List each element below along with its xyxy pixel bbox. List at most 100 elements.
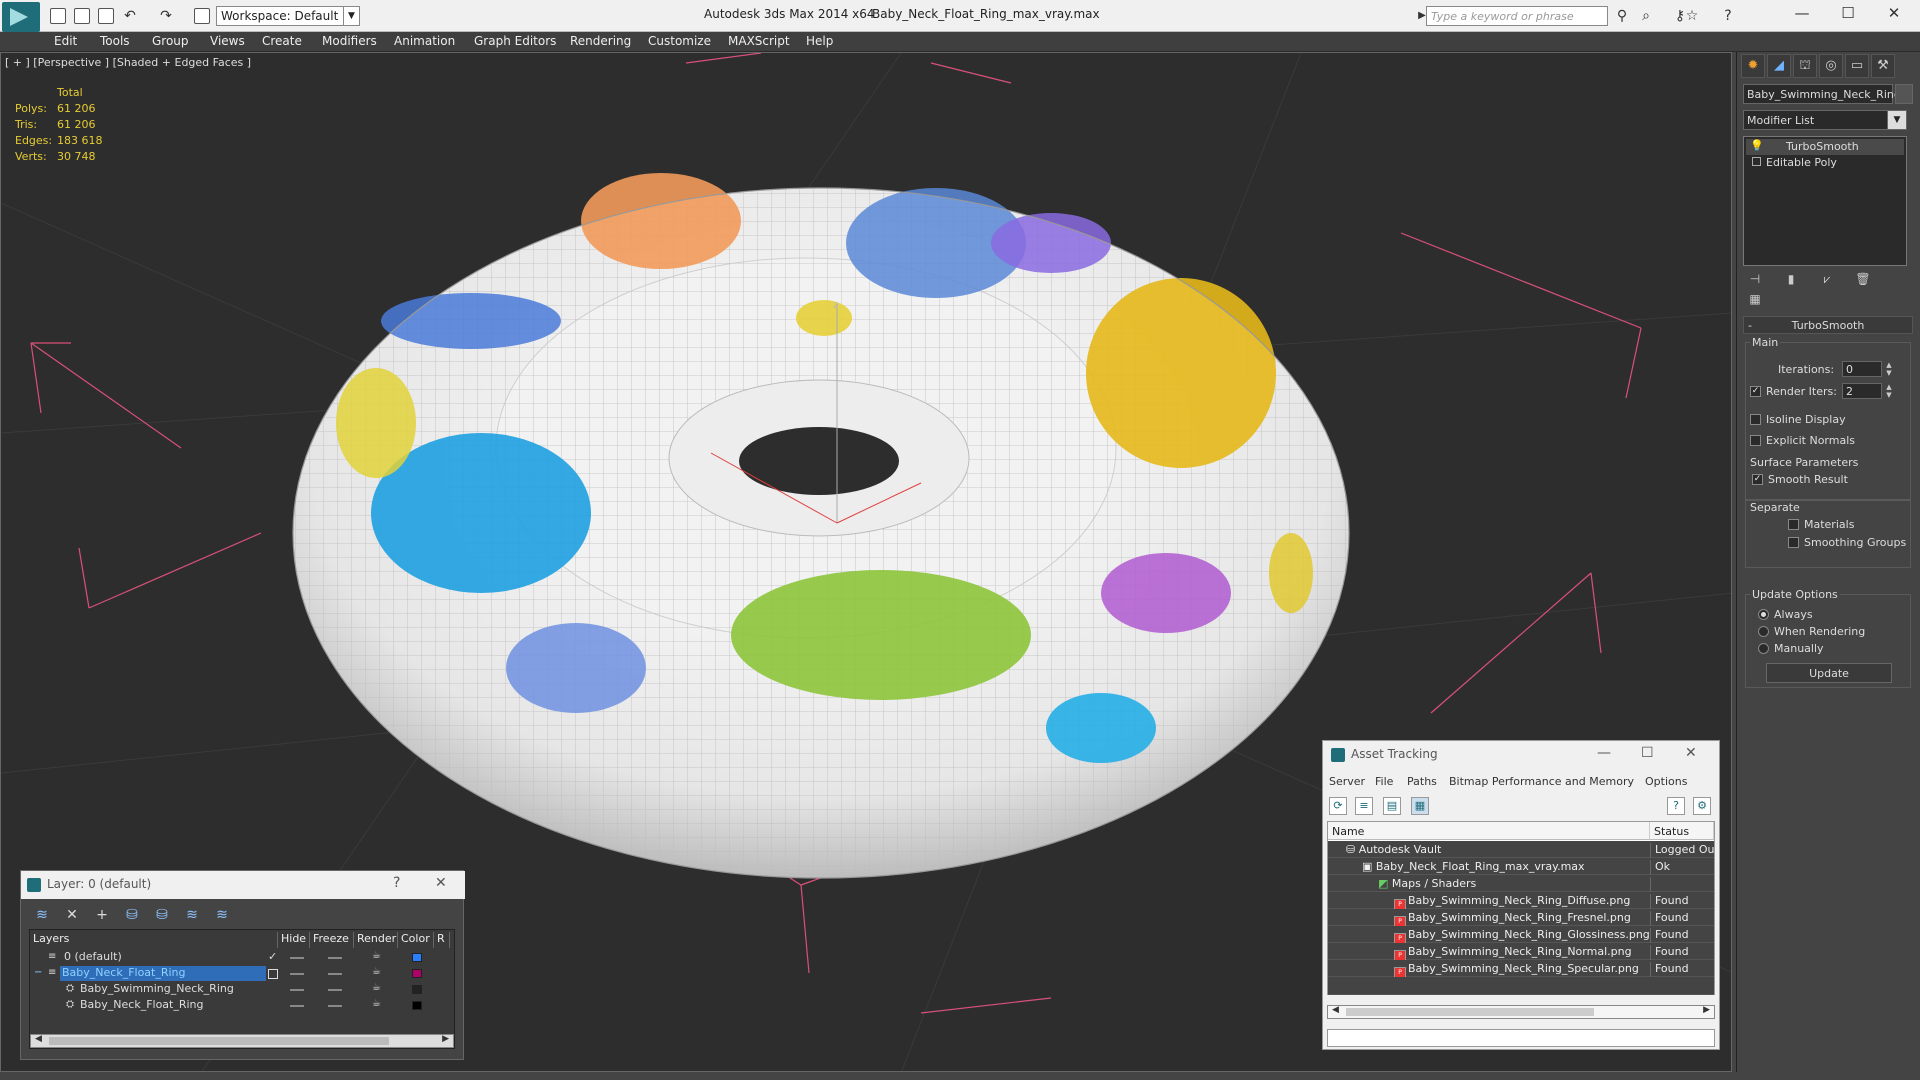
app-logo-icon[interactable] bbox=[2, 2, 40, 32]
tab-modify-icon[interactable]: ◢ bbox=[1767, 54, 1791, 78]
search-input[interactable]: Type a keyword or phrase bbox=[1426, 6, 1608, 26]
layer-row[interactable]: − ≡ Baby_Neck_Float_Ring ☕ bbox=[32, 966, 452, 982]
configure-sets-icon[interactable]: ▦ bbox=[1743, 292, 1767, 312]
layer-color-swatch[interactable] bbox=[412, 969, 422, 978]
minimize-icon[interactable]: — bbox=[1780, 2, 1824, 24]
menu-edit[interactable]: Edit bbox=[54, 34, 77, 48]
close-icon[interactable]: ✕ bbox=[1685, 745, 1697, 761]
layers-icon[interactable]: ≋ bbox=[31, 907, 53, 927]
freeze-toggle[interactable] bbox=[328, 957, 342, 959]
delete-layer-icon[interactable]: ✕ bbox=[61, 907, 83, 927]
layer-row[interactable]: ≡ 0 (default) ✓ ☕ bbox=[32, 950, 452, 966]
col-hide[interactable]: Hide bbox=[278, 932, 310, 948]
layer-row[interactable]: ⛭ Baby_Swimming_Neck_Ring ☕ bbox=[32, 982, 452, 998]
render-iters-checkbox[interactable]: ✓ bbox=[1750, 386, 1761, 397]
tab-hierarchy-icon[interactable]: ⛫ bbox=[1793, 54, 1817, 78]
asset-dialog-header[interactable]: Asset Tracking — ☐ ✕ bbox=[1323, 741, 1721, 769]
tab-create-icon[interactable]: ✹ bbox=[1741, 54, 1765, 78]
menu-group[interactable]: Group bbox=[152, 34, 189, 48]
scroll-right-icon[interactable]: ▶ bbox=[442, 1034, 449, 1044]
menu-rendering[interactable]: Rendering bbox=[570, 34, 631, 48]
hide-toggle[interactable] bbox=[290, 989, 304, 991]
chevron-down-icon[interactable]: ▼ bbox=[1887, 110, 1907, 130]
col-color[interactable]: Color bbox=[398, 932, 434, 948]
materials-checkbox[interactable] bbox=[1788, 519, 1799, 530]
project-folder-icon[interactable] bbox=[194, 8, 210, 24]
menu-animation[interactable]: Animation bbox=[394, 34, 455, 48]
menu-maxscript[interactable]: MAXScript bbox=[728, 34, 790, 48]
make-unique-icon[interactable]: ⩗ bbox=[1815, 272, 1839, 292]
light-bulb-icon[interactable]: 💡 bbox=[1750, 139, 1764, 152]
active-layer-checkbox[interactable] bbox=[268, 969, 278, 979]
isoline-display-checkbox[interactable] bbox=[1750, 414, 1761, 425]
smooth-result-checkbox[interactable]: ✓ bbox=[1752, 474, 1763, 485]
detail-view-icon[interactable]: ▤ bbox=[1383, 797, 1401, 815]
undo-icon[interactable]: ↶ bbox=[120, 6, 140, 26]
stack-item-editable-poly[interactable]: Editable Poly bbox=[1746, 155, 1904, 171]
hide-toggle[interactable] bbox=[290, 1005, 304, 1007]
object-name-field[interactable]: Baby_Swimming_Neck_Ring bbox=[1743, 84, 1901, 104]
menu-paths[interactable]: Paths bbox=[1407, 775, 1437, 788]
teapot-icon[interactable]: ☕ bbox=[372, 966, 381, 977]
save-file-icon[interactable] bbox=[98, 8, 114, 24]
manually-radio[interactable] bbox=[1758, 643, 1769, 654]
freeze-all-icon[interactable]: ≋ bbox=[211, 907, 233, 927]
help-icon[interactable]: ? bbox=[1718, 6, 1738, 26]
star-icon[interactable]: ☆ bbox=[1682, 6, 1702, 26]
collapse-icon[interactable]: − bbox=[34, 967, 42, 978]
freeze-toggle[interactable] bbox=[328, 1005, 342, 1007]
menu-server[interactable]: Server bbox=[1329, 775, 1365, 788]
col-layers[interactable]: Layers bbox=[30, 932, 278, 948]
new-file-icon[interactable] bbox=[50, 8, 66, 24]
menu-tools[interactable]: Tools bbox=[100, 34, 130, 48]
update-button[interactable]: Update bbox=[1766, 663, 1892, 683]
tab-display-icon[interactable]: ▭ bbox=[1845, 54, 1869, 78]
layer-row[interactable]: ⛭ Baby_Neck_Float_Ring ☕ bbox=[32, 998, 452, 1014]
table-view-icon[interactable]: ▦ bbox=[1411, 797, 1429, 815]
pin-stack-icon[interactable]: ⊣ bbox=[1743, 272, 1767, 292]
menu-help[interactable]: Help bbox=[806, 34, 833, 48]
asset-row[interactable]: P Baby_Swimming_Neck_Ring_Specular.png Fo… bbox=[1328, 960, 1714, 978]
menu-file[interactable]: File bbox=[1375, 775, 1393, 788]
render-iters-spinner[interactable]: 2 bbox=[1842, 383, 1882, 399]
when-rendering-radio[interactable] bbox=[1758, 626, 1769, 637]
col-status[interactable]: Status bbox=[1650, 822, 1714, 840]
maximize-icon[interactable]: ☐ bbox=[1641, 745, 1654, 761]
minimize-icon[interactable]: — bbox=[1597, 745, 1611, 761]
scroll-left-icon[interactable]: ◀ bbox=[35, 1034, 42, 1044]
freeze-toggle[interactable] bbox=[328, 989, 342, 991]
hide-toggle[interactable] bbox=[290, 957, 304, 959]
settings-icon[interactable]: ⚙ bbox=[1693, 797, 1711, 815]
scroll-left-icon[interactable]: ◀ bbox=[1332, 1005, 1339, 1015]
teapot-icon[interactable]: ☕ bbox=[372, 982, 381, 993]
remove-modifier-icon[interactable]: 🗑 bbox=[1851, 272, 1875, 292]
menu-bitmap-performance[interactable]: Bitmap Performance and Memory bbox=[1449, 775, 1634, 788]
explicit-normals-checkbox[interactable] bbox=[1750, 435, 1761, 446]
spinner-arrows-icon[interactable]: ▲ ▼ bbox=[1884, 361, 1894, 377]
menu-options[interactable]: Options bbox=[1645, 775, 1687, 788]
iterations-spinner[interactable]: 0 bbox=[1842, 361, 1882, 377]
asset-row[interactable]: ▣ Baby_Neck_Float_Ring_max_vray.max Ok bbox=[1328, 858, 1714, 875]
add-layer-icon[interactable]: + bbox=[91, 907, 113, 927]
layer-dialog-header[interactable]: Layer: 0 (default) ? ✕ bbox=[21, 871, 465, 899]
menu-customize[interactable]: Customize bbox=[648, 34, 711, 48]
asset-row[interactable]: P Baby_Swimming_Neck_Ring_Glossiness.png … bbox=[1328, 926, 1714, 944]
stack-item-turbosmooth[interactable]: 💡 TurboSmooth bbox=[1746, 139, 1904, 155]
menu-create[interactable]: Create bbox=[262, 34, 302, 48]
menu-modifiers[interactable]: Modifiers bbox=[322, 34, 377, 48]
workspace-dropdown[interactable]: Workspace: Default bbox=[216, 6, 360, 26]
layer-color-swatch[interactable] bbox=[412, 1001, 422, 1010]
close-icon[interactable]: ✕ bbox=[1872, 2, 1916, 24]
tab-utilities-icon[interactable]: ⚒ bbox=[1871, 54, 1895, 78]
object-color-swatch[interactable] bbox=[1895, 84, 1913, 104]
search-icon[interactable]: ⌕ bbox=[1636, 6, 1656, 26]
menu-graph-editors[interactable]: Graph Editors bbox=[474, 34, 556, 48]
col-freeze[interactable]: Freeze bbox=[310, 932, 354, 948]
teapot-icon[interactable]: ☕ bbox=[372, 950, 381, 961]
show-end-result-icon[interactable]: ▮ bbox=[1779, 272, 1803, 292]
refresh-icon[interactable]: ⟳ bbox=[1329, 797, 1347, 815]
scrollbar-thumb[interactable] bbox=[49, 1037, 389, 1045]
modifier-list-dropdown[interactable]: Modifier List bbox=[1743, 110, 1907, 130]
col-name[interactable]: Name bbox=[1328, 822, 1650, 840]
asset-row[interactable]: P Baby_Swimming_Neck_Ring_Fresnel.png Fou… bbox=[1328, 909, 1714, 927]
